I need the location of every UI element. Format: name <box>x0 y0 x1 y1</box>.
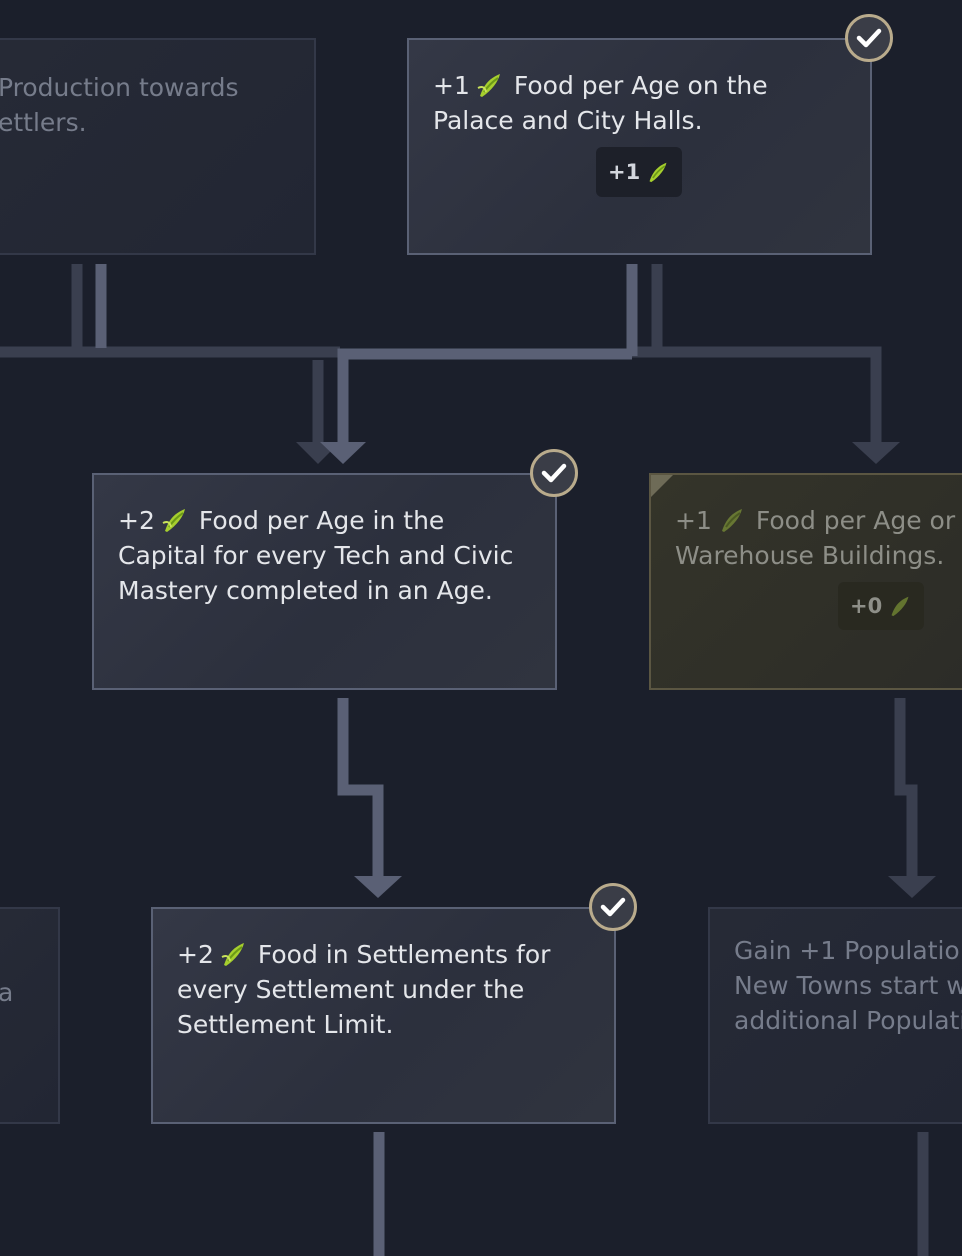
food-amount: +2 <box>118 506 155 535</box>
corn-food-icon <box>162 509 185 532</box>
node-text-line: +1 Food per Age on the <box>433 68 856 103</box>
node-text-line: +2 Food per Age in the <box>118 503 541 538</box>
node-partial-left-bottom[interactable]: a <box>0 907 60 1124</box>
corn-food-icon <box>721 509 742 532</box>
food-amount: +2 <box>177 940 214 969</box>
node-text-line: Gain +1 Populatio <box>734 936 960 965</box>
node-population[interactable]: Gain +1 Populatio New Towns start w addi… <box>708 907 962 1124</box>
node-text-line: Warehouse Buildings. <box>675 541 945 570</box>
corn-food-icon <box>891 596 909 617</box>
node-text-line: +2 Food in Settlements for <box>177 937 600 972</box>
node-text: Food per Age on the <box>513 71 768 100</box>
node-text: Food per Age in the <box>198 506 445 535</box>
node-text-line: ettlers. <box>0 108 87 137</box>
node-text-line: Production towards <box>0 73 239 102</box>
node-text-line: Palace and City Halls. <box>433 106 703 135</box>
node-text-line: every Settlement under the <box>177 975 525 1004</box>
node-text-fragment: a <box>0 978 14 1007</box>
node-palace-food[interactable]: +1 Food per Age on the Palace and City Ha… <box>407 38 872 255</box>
node-text-line: +1 Food per Age or <box>675 503 962 538</box>
node-text-line: Capital for every Tech and Civic <box>118 541 514 570</box>
badge-value: +0 <box>850 594 883 618</box>
node-text-line: additional Populati <box>734 1006 962 1035</box>
corn-food-icon <box>477 74 500 97</box>
node-text-line: Settlement Limit. <box>177 1010 394 1039</box>
node-settlement-food[interactable]: +2 Food in Settlements for every Settleme… <box>151 907 616 1124</box>
completed-checkmark-icon <box>589 883 637 931</box>
node-text-line: Mastery completed in an Age. <box>118 576 493 605</box>
food-amount: +1 <box>675 506 712 535</box>
badge-value: +1 <box>608 160 641 184</box>
corn-food-icon <box>221 943 244 966</box>
node-text: Food per Age or <box>755 506 956 535</box>
corn-food-icon <box>649 162 667 183</box>
node-text: Food in Settlements for <box>257 940 551 969</box>
food-amount: +1 <box>433 71 470 100</box>
yield-badge: +0 <box>838 582 925 630</box>
completed-checkmark-icon <box>845 14 893 62</box>
completed-checkmark-icon <box>530 449 578 497</box>
node-production-settlers[interactable]: Production towards ettlers. <box>0 38 316 255</box>
node-capital-food[interactable]: +2 Food per Age in the Capital for every … <box>92 473 557 690</box>
node-text-line: New Towns start w <box>734 971 962 1000</box>
card-corner-notch <box>651 475 673 497</box>
yield-badge: +1 <box>596 147 683 197</box>
node-warehouse-food[interactable]: +1 Food per Age or Warehouse Buildings. +… <box>649 473 962 690</box>
